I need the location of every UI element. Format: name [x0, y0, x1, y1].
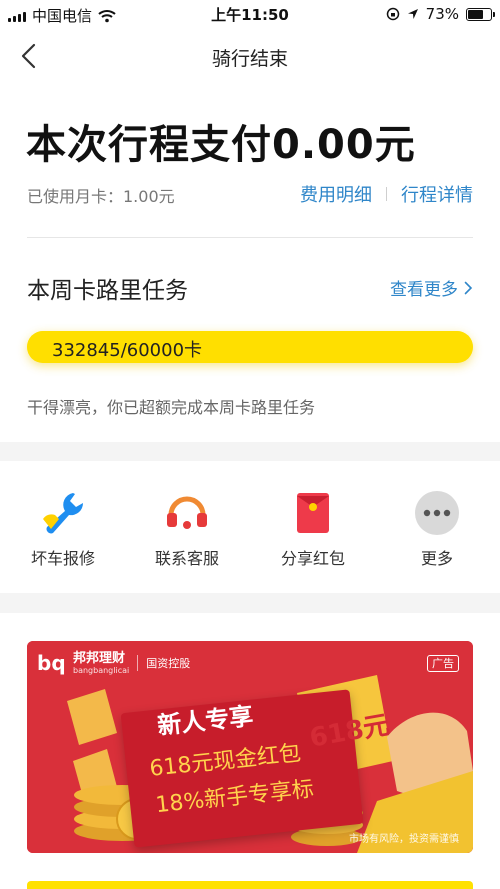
- battery-percent: 73%: [425, 5, 459, 23]
- ad-tag: 广告: [427, 655, 459, 672]
- ad-brand-separator: [137, 655, 139, 671]
- fee-detail-link[interactable]: 费用明细: [300, 181, 372, 207]
- detail-links: 费用明细 行程详情: [300, 181, 473, 207]
- ad-brand-mark: bq: [37, 651, 66, 675]
- service-share-redpacket[interactable]: 分享红包: [258, 489, 368, 569]
- services-row: 坏车报修 联系客服 分享红包 更多: [0, 461, 500, 593]
- service-repair[interactable]: 坏车报修: [8, 489, 118, 569]
- more-dots-icon: [413, 489, 461, 537]
- nav-bar: 骑行结束: [0, 28, 500, 84]
- ad-risk-notice: 市场有风险，投资需谨慎: [349, 834, 459, 845]
- month-card-usage: 已使用月卡：1.00元: [27, 187, 175, 206]
- trip-detail-link[interactable]: 行程详情: [401, 181, 473, 207]
- service-more[interactable]: 更多: [382, 489, 492, 569]
- service-label: 分享红包: [280, 549, 345, 568]
- ad-brand-name: 邦邦理财: [73, 650, 126, 666]
- location-icon: [407, 9, 418, 19]
- view-more-label: 查看更多: [390, 280, 458, 300]
- service-label: 更多: [420, 549, 453, 568]
- ad-brand-state: 国资控股: [146, 657, 191, 670]
- chevron-right-icon: [464, 281, 473, 294]
- service-label: 坏车报修: [30, 549, 95, 568]
- divider: [27, 237, 473, 238]
- calorie-progress-bar: 332845/60000卡: [27, 331, 473, 363]
- status-bar: 中国电信 上午11:50 73%: [0, 0, 500, 28]
- ad-brand-pinyin: bangbanglicai: [73, 665, 130, 675]
- task-message: 干得漂亮，你已超额完成本周卡路里任务: [27, 398, 316, 417]
- ad-brand: bq 邦邦理财 bangbanglicai 国资控股: [37, 651, 190, 675]
- progress-text: 332845/60000卡: [52, 340, 203, 361]
- link-separator: [386, 187, 387, 201]
- ad-brand-text: 邦邦理财 bangbanglicai: [73, 650, 130, 675]
- ad-banner[interactable]: bq 邦邦理财 bangbanglicai 国资控股 广告 新人专享 618元现…: [27, 641, 473, 853]
- trip-summary-card: 本次行程支付0.00元 已使用月卡：1.00元 费用明细 行程详情 本周卡路里任…: [0, 84, 500, 442]
- battery-level: [468, 9, 483, 19]
- status-right: 73%: [386, 5, 495, 23]
- rotation-lock-icon: [386, 7, 399, 21]
- ad-section: bq 邦邦理财 bangbanglicai 国资控股 广告 新人专享 618元现…: [0, 613, 500, 889]
- service-label: 联系客服: [154, 549, 219, 568]
- wrench-icon: [39, 489, 87, 537]
- next-card-edge: [27, 881, 473, 889]
- red-envelope-icon: [289, 489, 337, 537]
- payment-title: 本次行程支付0.00元: [26, 122, 416, 168]
- view-more-link[interactable]: 查看更多: [390, 275, 473, 300]
- page-title: 骑行结束: [211, 48, 288, 70]
- weekly-task-title: 本周卡路里任务: [27, 278, 188, 304]
- service-support[interactable]: 联系客服: [132, 489, 242, 569]
- headset-icon: [163, 489, 211, 537]
- battery-icon: [466, 7, 495, 21]
